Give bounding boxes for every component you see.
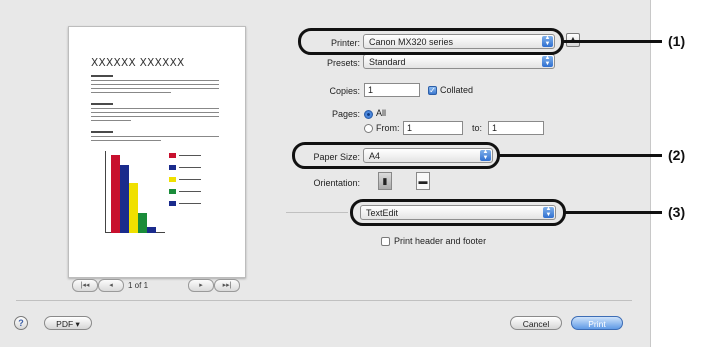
callout-pointer — [498, 154, 662, 157]
previous-page-button[interactable]: ◂ — [98, 279, 124, 292]
presets-label: Presets: — [326, 58, 360, 68]
preview-text-line — [91, 136, 219, 137]
pages-to-label: to: — [472, 123, 483, 133]
preview-legend-swatch — [169, 153, 176, 158]
first-page-button[interactable]: |◂◂ — [72, 279, 98, 292]
pdf-button[interactable]: PDF ▾ — [44, 316, 92, 330]
help-icon[interactable]: ? — [14, 316, 28, 330]
highlight-printer — [298, 28, 564, 55]
preview-legend-swatch — [169, 201, 176, 206]
page-indicator: 1 of 1 — [128, 281, 149, 290]
copies-field[interactable]: 1 — [364, 83, 420, 97]
collated-checkbox[interactable]: ✓ — [428, 86, 437, 95]
preview-text-line — [91, 120, 131, 121]
callout-pointer — [564, 211, 662, 214]
preview-legend-line — [179, 167, 201, 168]
preview-text-line — [91, 116, 219, 117]
preview-chart-bar — [138, 213, 147, 233]
preview-legend-line — [179, 179, 201, 180]
preview-doc-title: XXXXXX XXXXXX — [91, 57, 185, 69]
preview-text-line — [91, 131, 113, 133]
header-footer-label: Print header and footer — [394, 236, 487, 246]
orientation-label: Orientation: — [313, 178, 360, 188]
next-page-button[interactable]: ▸ — [188, 279, 214, 292]
preview-legend-line — [179, 155, 201, 156]
preview-legend-swatch — [169, 177, 176, 182]
pages-all-label: All — [376, 108, 387, 118]
last-page-button[interactable]: ▸▸| — [214, 279, 240, 292]
footer-separator — [16, 300, 632, 301]
preview-text-line — [91, 80, 219, 81]
callout-label-2: (2) — [668, 147, 686, 163]
preview-text-line — [91, 92, 171, 93]
presets-popup[interactable]: Standard ▲ ▼ — [363, 54, 555, 69]
popup-arrows-icon: ▲ ▼ — [542, 55, 553, 67]
preview-legend-line — [179, 191, 201, 192]
preview-legend-swatch — [169, 165, 176, 170]
pages-all-radio[interactable] — [364, 110, 373, 119]
preview-text-line — [91, 112, 219, 113]
highlight-paper-size — [292, 142, 500, 169]
callout-pointer — [562, 40, 662, 43]
cancel-button[interactable]: Cancel — [510, 316, 562, 330]
preview-text-line — [91, 84, 219, 85]
print-button[interactable]: Print — [571, 316, 623, 330]
pages-from-field[interactable]: 1 — [403, 121, 463, 135]
preview-chart-bar — [129, 183, 138, 233]
separator — [286, 212, 348, 213]
portrait-orientation-icon[interactable]: ▮ — [378, 172, 392, 190]
preview-chart-bar — [147, 227, 156, 233]
highlight-section-popup — [350, 199, 566, 226]
preview-text-line — [91, 108, 219, 109]
callout-label-1: (1) — [668, 33, 686, 49]
preview-chart — [105, 151, 165, 233]
presets-value: Standard — [369, 57, 406, 67]
print-preview: XXXXXX XXXXXX — [68, 26, 246, 278]
preview-chart-bar — [111, 155, 120, 233]
collated-label: Collated — [440, 85, 474, 95]
landscape-orientation-icon[interactable]: ▬ — [416, 172, 430, 190]
preview-text-line — [91, 140, 161, 141]
pages-from-label: From: — [376, 123, 400, 133]
preview-chart-axis — [105, 151, 106, 233]
preview-chart-bar — [120, 165, 129, 233]
pages-to-field[interactable]: 1 — [488, 121, 544, 135]
preview-text-line — [91, 88, 219, 89]
preview-legend-swatch — [169, 189, 176, 194]
preview-legend-line — [179, 203, 201, 204]
header-footer-checkbox[interactable] — [381, 237, 390, 246]
preview-text-line — [91, 75, 113, 77]
pages-from-radio[interactable] — [364, 124, 373, 133]
preview-text-line — [91, 103, 113, 105]
copies-label: Copies: — [329, 86, 360, 96]
callout-label-3: (3) — [668, 204, 686, 220]
pages-label: Pages: — [331, 109, 360, 119]
